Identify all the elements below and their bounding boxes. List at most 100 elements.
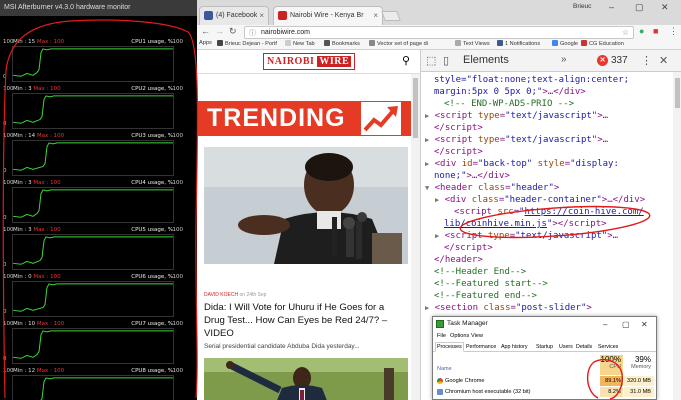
dom-node-line[interactable]: <!--Featured end--> (425, 290, 537, 302)
close-tab-icon[interactable]: × (373, 7, 378, 25)
bookmark-item[interactable]: Brieuc Dejean - Portf (217, 40, 277, 47)
tab-users[interactable]: Users (559, 342, 573, 352)
bookmark-item[interactable]: Google (552, 40, 578, 47)
page-scrollbar[interactable] (411, 74, 420, 400)
dom-node-line[interactable]: <!--Header End--> (425, 266, 526, 278)
scale-max: 100 (3, 86, 14, 92)
bookmark-item[interactable]: Vector set of page di (369, 40, 428, 47)
menu-view[interactable]: View (471, 331, 483, 341)
cpu-graph-row: Min : 14 Max : 100 100 CPU3 usage, % 100 0 (0, 132, 197, 178)
dom-node-line[interactable]: </header> (425, 254, 483, 266)
article-photo[interactable] (204, 147, 408, 264)
tab-processes[interactable]: Processes (435, 342, 464, 352)
close-window-icon[interactable]: ✕ (641, 318, 648, 332)
tab-details[interactable]: Details (576, 342, 592, 352)
dom-node-line[interactable]: ▼ <header class="header"> (425, 182, 559, 194)
more-tabs-icon[interactable]: » (561, 54, 567, 65)
dom-node-line[interactable]: ▶ <section class="post-slider"> (425, 302, 592, 314)
extension-icon[interactable]: ■ (653, 26, 658, 36)
close-devtools-icon[interactable]: ✕ (659, 54, 668, 67)
devtools-scrollbar[interactable] (673, 72, 681, 400)
reload-icon[interactable]: ↻ (229, 26, 237, 37)
back-icon[interactable]: ← (201, 26, 210, 36)
cpu-graph-row: Min : 3 Max : 100 100 CPU4 usage, % 100 0 (0, 179, 197, 225)
dom-node-line[interactable]: none;">…</div> (425, 170, 510, 182)
tab-facebook[interactable]: (4) Facebook × (199, 6, 269, 25)
column-name[interactable]: Name (437, 366, 452, 372)
dom-node-line[interactable]: style="float:none;text-align:center; (425, 74, 629, 86)
dom-node-line[interactable]: ▶ <script type="text/javascript">… (435, 230, 618, 242)
tab-nairobi-wire[interactable]: Nairobi Wire - Kenya Br × (273, 6, 383, 25)
tab-services[interactable]: Services (598, 342, 618, 352)
dom-node-line[interactable]: ▶ <div id="back-top" style="display: (425, 158, 619, 170)
more-options-icon[interactable]: ⋮ (641, 54, 652, 67)
dom-node-line[interactable]: lib/coinhive.min.js"></script> (435, 218, 607, 230)
minimize-icon[interactable]: – (603, 318, 607, 332)
tab-title: Nairobi Wire - Kenya Br (290, 12, 364, 19)
address-bar[interactable]: ⓘ nairobiwire.com ☆ (244, 26, 634, 39)
current-value: 100 (172, 321, 184, 327)
column-cpu[interactable]: 100% CPU (600, 355, 623, 375)
close-window-icon[interactable]: ✕ (661, 2, 669, 13)
menu-options[interactable]: Options (450, 331, 469, 341)
new-tab-button[interactable] (381, 11, 401, 21)
bookmark-item[interactable]: CG Education (581, 40, 624, 47)
bookmark-star-icon[interactable]: ☆ (622, 27, 629, 38)
minimize-icon[interactable]: – (609, 2, 614, 12)
scrollbar-thumb[interactable] (675, 78, 680, 108)
dom-node-line[interactable]: <script src="https://coin-hive.com/ (445, 206, 644, 218)
bookmark-item[interactable]: Bookmarks (324, 40, 360, 47)
maximize-icon[interactable]: ▢ (635, 2, 644, 13)
error-count[interactable]: 337 (611, 55, 628, 66)
scrollbar-thumb[interactable] (413, 78, 418, 138)
profile-name[interactable]: Brieuc (573, 3, 591, 10)
device-toolbar-icon[interactable]: ▯ (443, 54, 449, 67)
tab-elements[interactable]: Elements (463, 54, 509, 66)
cpu-usage-label: CPU5 usage, % (131, 227, 173, 233)
dom-node-line[interactable]: </script> (435, 242, 493, 254)
column-memory[interactable]: 39% Memory (624, 355, 654, 375)
tab-app-history[interactable]: App history (501, 342, 528, 352)
process-row[interactable]: Chromium host executable (32 bit) 8.2% 3… (433, 387, 656, 397)
scale-max: 100 (3, 227, 14, 233)
article-date: 24th Sep (246, 292, 267, 298)
dom-node-line[interactable]: <!--Featured start--> (425, 278, 548, 290)
bookmark-item[interactable]: Text Views (455, 40, 490, 47)
dom-node-line[interactable]: ▶ <script type="text/javascript">… (425, 134, 608, 146)
process-table-header: Name 100% CPU 39% Memory (433, 353, 656, 375)
extension-icon[interactable]: ● (639, 26, 644, 36)
close-tab-icon[interactable]: × (259, 7, 264, 25)
cpu-usage-label: CPU4 usage, % (131, 180, 173, 186)
dom-node-line[interactable]: ▶ <script type="text/javascript">… (425, 110, 608, 122)
tab-strip: (4) Facebook × Nairobi Wire - Kenya Br ×… (197, 0, 681, 25)
article-photo[interactable] (204, 358, 408, 400)
dom-node-line[interactable]: </script> (425, 122, 483, 134)
tab-startup[interactable]: Startup (536, 342, 553, 352)
article-title[interactable]: Dida: I Will Vote for Uhuru if He Goes f… (204, 301, 407, 340)
menu-icon[interactable]: ⋮ (669, 26, 678, 37)
dom-node-line[interactable]: </script> (425, 146, 483, 158)
dom-node-line[interactable]: <!-- END-WP-ADS-PRIO --> (435, 98, 574, 110)
task-manager-menu: File Options View (433, 331, 656, 341)
bookmark-apps[interactable]: Apps (199, 40, 212, 46)
current-value: 100 (172, 39, 184, 45)
process-row[interactable]: Google Chrome 89.1% 320.0 MB (433, 376, 656, 386)
maximize-icon[interactable]: ▢ (622, 318, 630, 332)
process-memory: 320.0 MB (624, 376, 654, 386)
bookmark-item[interactable]: 1 Notifications (497, 40, 540, 47)
error-icon[interactable]: ✕ (597, 55, 608, 66)
dom-node-line[interactable]: margin:5px 0 5px 0;">…</div> (425, 86, 586, 98)
search-icon[interactable]: ⚲ (402, 54, 410, 67)
site-logo[interactable]: NAIROBI WIRE (263, 53, 356, 70)
article-author[interactable]: DAVID KOECH (204, 292, 238, 298)
tab-performance[interactable]: Performance (466, 342, 496, 352)
cpu-min-max: Min : 3 Max : 100 (13, 86, 61, 92)
menu-file[interactable]: File (437, 331, 446, 341)
bookmark-icon (217, 40, 223, 46)
bookmark-item[interactable]: New Tab (285, 40, 315, 47)
inspect-icon[interactable]: ⬚ (426, 54, 436, 67)
dom-node-line[interactable]: ▶ <div class="header-container">…</div> (435, 194, 645, 206)
address-text: nairobiwire.com (261, 29, 311, 36)
forward-icon[interactable]: → (215, 26, 224, 36)
info-icon[interactable]: ⓘ (249, 28, 256, 39)
